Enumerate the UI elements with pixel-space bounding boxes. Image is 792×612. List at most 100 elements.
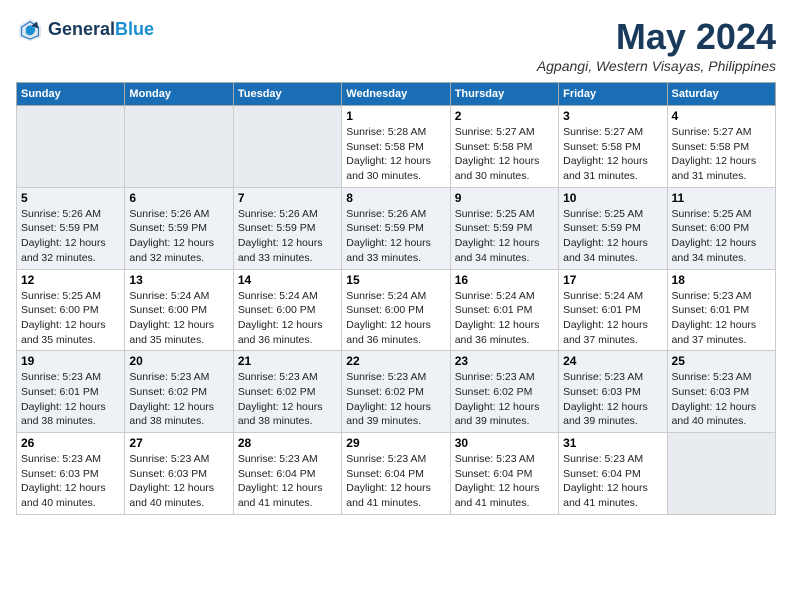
calendar-cell: 8 Sunrise: 5:26 AMSunset: 5:59 PMDaylight… [342,187,450,269]
page-header: GeneralBlue May 2024 Agpangi, Western Vi… [16,16,776,74]
day-number: 8 [346,191,445,205]
month-title: May 2024 [537,16,776,58]
day-number: 10 [563,191,662,205]
calendar-cell [17,106,125,188]
logo-text: GeneralBlue [48,20,154,40]
day-number: 31 [563,436,662,450]
day-number: 19 [21,354,120,368]
day-number: 9 [455,191,554,205]
day-info: Sunrise: 5:23 AMSunset: 6:02 PMDaylight:… [346,370,445,429]
calendar-header-row: SundayMondayTuesdayWednesdayThursdayFrid… [17,83,776,106]
location: Agpangi, Western Visayas, Philippines [537,58,776,74]
day-number: 13 [129,273,228,287]
calendar-cell: 29 Sunrise: 5:23 AMSunset: 6:04 PMDayligh… [342,433,450,515]
calendar-cell [667,433,775,515]
day-number: 25 [672,354,771,368]
day-info: Sunrise: 5:23 AMSunset: 6:03 PMDaylight:… [563,370,662,429]
day-number: 21 [238,354,337,368]
day-info: Sunrise: 5:24 AMSunset: 6:00 PMDaylight:… [346,289,445,348]
calendar-cell: 25 Sunrise: 5:23 AMSunset: 6:03 PMDayligh… [667,351,775,433]
calendar-row-4: 26 Sunrise: 5:23 AMSunset: 6:03 PMDayligh… [17,433,776,515]
calendar-cell [233,106,341,188]
day-info: Sunrise: 5:23 AMSunset: 6:04 PMDaylight:… [238,452,337,511]
day-info: Sunrise: 5:24 AMSunset: 6:00 PMDaylight:… [129,289,228,348]
calendar-cell: 24 Sunrise: 5:23 AMSunset: 6:03 PMDayligh… [559,351,667,433]
calendar-cell: 12 Sunrise: 5:25 AMSunset: 6:00 PMDayligh… [17,269,125,351]
day-number: 24 [563,354,662,368]
day-number: 5 [21,191,120,205]
title-block: May 2024 Agpangi, Western Visayas, Phili… [537,16,776,74]
calendar-cell: 7Sunrise: 5:26 AMSunset: 5:59 PMDaylight… [233,187,341,269]
day-info: Sunrise: 5:23 AMSunset: 6:04 PMDaylight:… [346,452,445,511]
day-number: 11 [672,191,771,205]
calendar-cell: 3 Sunrise: 5:27 AMSunset: 5:58 PMDaylight… [559,106,667,188]
logo: GeneralBlue [16,16,154,44]
calendar-cell: 22 Sunrise: 5:23 AMSunset: 6:02 PMDayligh… [342,351,450,433]
day-number: 6 [129,191,228,205]
day-number: 14 [238,273,337,287]
col-header-sunday: Sunday [17,83,125,106]
day-number: 29 [346,436,445,450]
calendar-cell: 17 Sunrise: 5:24 AMSunset: 6:01 PMDayligh… [559,269,667,351]
day-number: 27 [129,436,228,450]
calendar-cell [125,106,233,188]
day-info: Sunrise: 5:23 AMSunset: 6:03 PMDaylight:… [21,452,120,511]
day-number: 3 [563,109,662,123]
day-info: Sunrise: 5:24 AMSunset: 6:01 PMDaylight:… [455,289,554,348]
calendar-cell: 14 Sunrise: 5:24 AMSunset: 6:00 PMDayligh… [233,269,341,351]
day-info: Sunrise: 5:25 AMSunset: 6:00 PMDaylight:… [21,289,120,348]
calendar-cell: 18Sunrise: 5:23 AMSunset: 6:01 PMDayligh… [667,269,775,351]
calendar-row-1: 5 Sunrise: 5:26 AMSunset: 5:59 PMDaylight… [17,187,776,269]
calendar-cell: 31 Sunrise: 5:23 AMSunset: 6:04 PMDayligh… [559,433,667,515]
calendar-cell: 11 Sunrise: 5:25 AMSunset: 6:00 PMDayligh… [667,187,775,269]
day-info: Sunrise: 5:23 AMSunset: 6:04 PMDaylight:… [563,452,662,511]
col-header-saturday: Saturday [667,83,775,106]
col-header-friday: Friday [559,83,667,106]
day-info: Sunrise: 5:23 AMSunset: 6:02 PMDaylight:… [455,370,554,429]
calendar-cell: 27 Sunrise: 5:23 AMSunset: 6:03 PMDayligh… [125,433,233,515]
col-header-wednesday: Wednesday [342,83,450,106]
day-info: Sunrise: 5:23 AMSunset: 6:03 PMDaylight:… [129,452,228,511]
day-info: Sunrise: 5:23 AMSunset: 6:03 PMDaylight:… [672,370,771,429]
calendar-cell: 30Sunrise: 5:23 AMSunset: 6:04 PMDayligh… [450,433,558,515]
calendar-row-3: 19 Sunrise: 5:23 AMSunset: 6:01 PMDayligh… [17,351,776,433]
day-number: 26 [21,436,120,450]
day-info: Sunrise: 5:28 AMSunset: 5:58 PMDaylight:… [346,125,445,184]
day-number: 22 [346,354,445,368]
day-info: Sunrise: 5:27 AMSunset: 5:58 PMDaylight:… [563,125,662,184]
day-number: 15 [346,273,445,287]
col-header-monday: Monday [125,83,233,106]
day-number: 16 [455,273,554,287]
day-info: Sunrise: 5:26 AMSunset: 5:59 PMDaylight:… [346,207,445,266]
day-info: Sunrise: 5:23 AMSunset: 6:01 PMDaylight:… [21,370,120,429]
day-info: Sunrise: 5:24 AMSunset: 6:00 PMDaylight:… [238,289,337,348]
calendar-cell: 9 Sunrise: 5:25 AMSunset: 5:59 PMDaylight… [450,187,558,269]
calendar-cell: 6Sunrise: 5:26 AMSunset: 5:59 PMDaylight… [125,187,233,269]
day-number: 18 [672,273,771,287]
calendar-row-2: 12 Sunrise: 5:25 AMSunset: 6:00 PMDayligh… [17,269,776,351]
day-number: 2 [455,109,554,123]
calendar-cell: 10Sunrise: 5:25 AMSunset: 5:59 PMDayligh… [559,187,667,269]
day-info: Sunrise: 5:25 AMSunset: 6:00 PMDaylight:… [672,207,771,266]
col-header-tuesday: Tuesday [233,83,341,106]
day-number: 28 [238,436,337,450]
day-number: 1 [346,109,445,123]
day-number: 17 [563,273,662,287]
day-number: 4 [672,109,771,123]
calendar-cell: 1 Sunrise: 5:28 AMSunset: 5:58 PMDaylight… [342,106,450,188]
day-info: Sunrise: 5:25 AMSunset: 5:59 PMDaylight:… [455,207,554,266]
calendar-cell: 28 Sunrise: 5:23 AMSunset: 6:04 PMDayligh… [233,433,341,515]
calendar-cell: 23Sunrise: 5:23 AMSunset: 6:02 PMDayligh… [450,351,558,433]
calendar-cell: 2Sunrise: 5:27 AMSunset: 5:58 PMDaylight… [450,106,558,188]
calendar-cell: 19 Sunrise: 5:23 AMSunset: 6:01 PMDayligh… [17,351,125,433]
calendar-cell: 21Sunrise: 5:23 AMSunset: 6:02 PMDayligh… [233,351,341,433]
calendar-row-0: 1 Sunrise: 5:28 AMSunset: 5:58 PMDaylight… [17,106,776,188]
logo-icon [16,16,44,44]
calendar-cell: 13 Sunrise: 5:24 AMSunset: 6:00 PMDayligh… [125,269,233,351]
day-info: Sunrise: 5:23 AMSunset: 6:02 PMDaylight:… [129,370,228,429]
col-header-thursday: Thursday [450,83,558,106]
day-info: Sunrise: 5:26 AMSunset: 5:59 PMDaylight:… [21,207,120,266]
day-number: 12 [21,273,120,287]
day-number: 7 [238,191,337,205]
day-info: Sunrise: 5:24 AMSunset: 6:01 PMDaylight:… [563,289,662,348]
